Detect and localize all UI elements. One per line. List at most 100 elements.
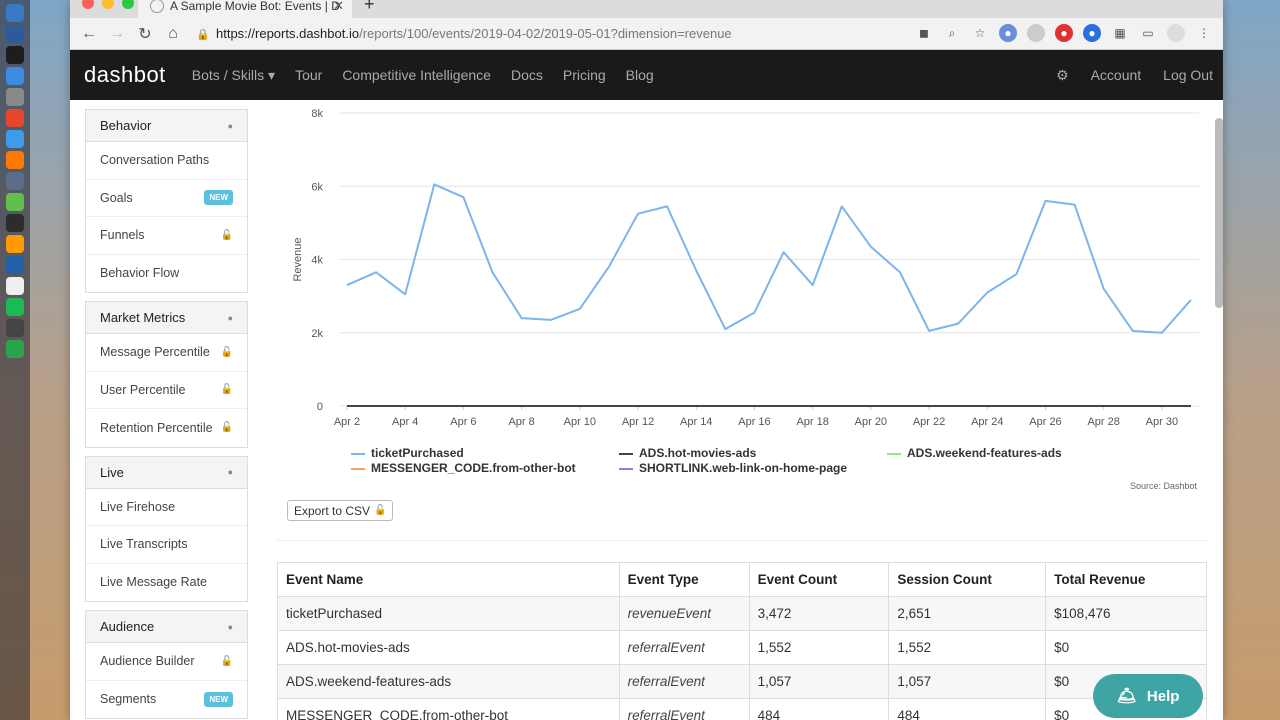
finder-icon[interactable] (6, 4, 24, 22)
sidebar-group: Live ● Live Firehose Live Transcripts Live M… (85, 455, 248, 602)
sidebar-item[interactable]: Goals NEW (86, 180, 247, 217)
sidebar-item[interactable]: Live Transcripts (86, 526, 247, 564)
sidebar-item[interactable]: Segments NEW (86, 681, 247, 719)
home-icon[interactable]: ⌂ (162, 23, 184, 45)
menu-icon[interactable]: ⋮ (1195, 24, 1213, 42)
safari-icon[interactable] (6, 88, 24, 106)
info-icon[interactable]: ● (228, 467, 233, 477)
app-icon[interactable] (6, 130, 24, 148)
bookmark-star-icon[interactable]: ☆ (971, 24, 989, 42)
nav-logout[interactable]: Log Out (1163, 67, 1213, 83)
nav-account[interactable]: Account (1091, 67, 1142, 83)
firefox-icon[interactable] (6, 151, 24, 169)
app-icon[interactable] (6, 319, 24, 337)
extension-icon[interactable]: ● (999, 24, 1017, 42)
browser-tab[interactable]: A Sample Movie Bot: Events | D ✕ (138, 0, 352, 18)
address-bar: ← → ↻ ⌂ 🔒 https://reports.dashbot.io/rep… (70, 18, 1223, 50)
extension-icon[interactable] (1027, 24, 1045, 42)
zoom-icon[interactable]: ⌕ (943, 24, 961, 42)
legend-item[interactable]: ticketPurchased (351, 446, 464, 460)
sidebar-item[interactable]: Message Percentile 🔓 (86, 334, 247, 372)
launchpad-icon[interactable] (6, 46, 24, 64)
info-icon[interactable]: ● (228, 622, 233, 632)
table-row[interactable]: MESSENGER_CODE.from-other-bot referralEve… (277, 698, 1207, 720)
sidebar-item[interactable]: Live Firehose (86, 489, 247, 526)
maximize-window-button[interactable] (122, 0, 134, 9)
table-cell: referralEvent (618, 664, 750, 699)
close-window-button[interactable] (82, 0, 94, 9)
new-tab-button[interactable]: + (364, 0, 375, 15)
sidebar-group-header[interactable]: Audience ● (86, 611, 247, 643)
nav-competitive-intelligence[interactable]: Competitive Intelligence (342, 67, 491, 84)
nav-docs[interactable]: Docs (511, 67, 543, 84)
sidebar-item-label: Retention Percentile (100, 420, 213, 435)
camera-blocked-icon[interactable]: ◼ (915, 24, 933, 42)
app-icon[interactable] (6, 172, 24, 190)
nav-blog[interactable]: Blog (626, 67, 654, 84)
sidebar-item[interactable]: Behavior Flow (86, 255, 247, 293)
table-header-cell[interactable]: Total Revenue (1045, 562, 1207, 597)
sidebar-group: Behavior ● Conversation Paths Goals NEW Funne… (85, 109, 248, 293)
dashbot-logo[interactable]: dashbot (84, 62, 166, 88)
spotify-icon[interactable] (6, 298, 24, 316)
table-row[interactable]: ticketPurchased revenueEvent 3,472 2,651 $10… (277, 596, 1207, 631)
profile-icon[interactable] (1167, 24, 1185, 42)
sidebar-item[interactable]: User Percentile 🔓 (86, 372, 247, 409)
forward-icon[interactable]: → (106, 23, 128, 45)
x-tick-label: Apr 28 (1087, 416, 1119, 428)
info-icon[interactable]: ● (228, 121, 233, 131)
illustrator-icon[interactable] (6, 235, 24, 253)
sidebar-item[interactable]: Audience Builder 🔓 (86, 643, 247, 681)
legend-item[interactable]: MESSENGER_CODE.from-other-bot (351, 461, 576, 475)
sidebar-group-header[interactable]: Market Metrics ● (86, 302, 247, 334)
sidebar-item[interactable]: Conversation Paths (86, 142, 247, 180)
calendar-icon[interactable] (6, 277, 24, 295)
close-tab-icon[interactable]: ✕ (333, 0, 344, 14)
sidebar-item[interactable]: Funnels 🔓 (86, 217, 247, 255)
gear-icon[interactable]: ⚙ (1056, 67, 1069, 84)
x-tick-label: Apr 16 (738, 416, 770, 428)
lock-icon: 🔓 (220, 346, 233, 358)
nav-tour[interactable]: Tour (295, 67, 322, 84)
sidebar-item[interactable]: Live Message Rate (86, 564, 247, 602)
reload-icon[interactable]: ↻ (134, 23, 156, 45)
chrome-icon[interactable] (6, 109, 24, 127)
export-csv-button[interactable]: Export to CSV 🔓 (287, 500, 394, 521)
minimize-window-button[interactable] (102, 0, 114, 9)
legend-item[interactable]: SHORTLINK.web-link-on-home-page (619, 461, 847, 475)
table-header-cell[interactable]: Event Count (748, 562, 890, 597)
photoshop-icon[interactable] (6, 256, 24, 274)
legend-item[interactable]: ADS.hot-movies-ads (619, 446, 756, 460)
scrollbar[interactable] (1215, 118, 1223, 308)
x-tick-label: Apr 4 (392, 416, 418, 428)
siri-icon[interactable] (6, 25, 24, 43)
x-tick-label: Apr 14 (680, 416, 712, 428)
sidebar-item[interactable]: Retention Percentile 🔓 (86, 409, 247, 447)
cast-icon[interactable]: ▭ (1139, 24, 1157, 42)
extension-icon[interactable]: ● (1083, 24, 1101, 42)
extension-icon[interactable]: ▦ (1111, 24, 1129, 42)
app-icon[interactable] (6, 214, 24, 232)
table-cell: $108,476 (1045, 596, 1207, 631)
nav-pricing[interactable]: Pricing (563, 67, 606, 84)
table-row[interactable]: ADS.weekend-features-ads referralEvent 1,0… (277, 664, 1207, 699)
extension-icon[interactable]: ● (1055, 24, 1073, 42)
sidebar-item-label: Funnels (100, 228, 145, 243)
help-button[interactable]: 🛎 Help (1093, 674, 1203, 718)
info-icon[interactable]: ● (228, 313, 233, 323)
y-tick-label: 0 (317, 401, 323, 413)
appstore-icon[interactable] (6, 67, 24, 85)
legend-item[interactable]: ADS.weekend-features-ads (887, 446, 1062, 460)
table-header-cell[interactable]: Event Name (277, 562, 620, 597)
table-header-cell[interactable]: Event Type (618, 562, 750, 597)
table-cell: ADS.hot-movies-ads (277, 630, 620, 665)
table-header-cell[interactable]: Session Count (888, 562, 1047, 597)
app-icon[interactable] (6, 340, 24, 358)
sidebar-group-header[interactable]: Live ● (86, 456, 247, 489)
app-icon[interactable] (6, 193, 24, 211)
table-row[interactable]: ADS.hot-movies-ads referralEvent 1,552 1,55… (277, 630, 1207, 665)
back-icon[interactable]: ← (78, 23, 100, 45)
sidebar-group-header[interactable]: Behavior ● (86, 110, 247, 142)
legend-label: MESSENGER_CODE.from-other-bot (371, 461, 576, 475)
nav-bots-skills[interactable]: Bots / Skills ▾ (192, 67, 275, 84)
